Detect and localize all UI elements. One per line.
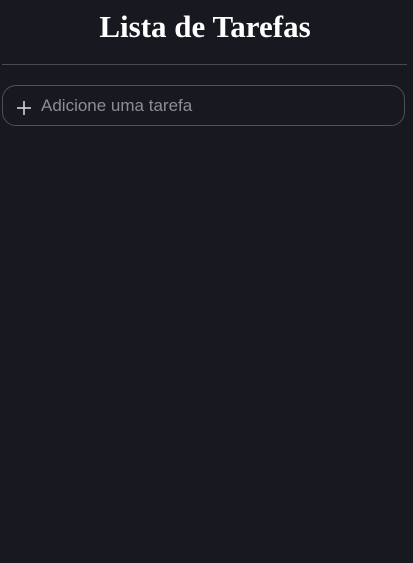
add-task-input[interactable]: [39, 86, 394, 125]
page-title: Lista de Tarefas: [99, 9, 311, 44]
add-task-bar[interactable]: [2, 85, 405, 126]
task-list: [2, 140, 407, 550]
plus-icon[interactable]: [16, 100, 32, 116]
header-divider: [2, 64, 407, 65]
